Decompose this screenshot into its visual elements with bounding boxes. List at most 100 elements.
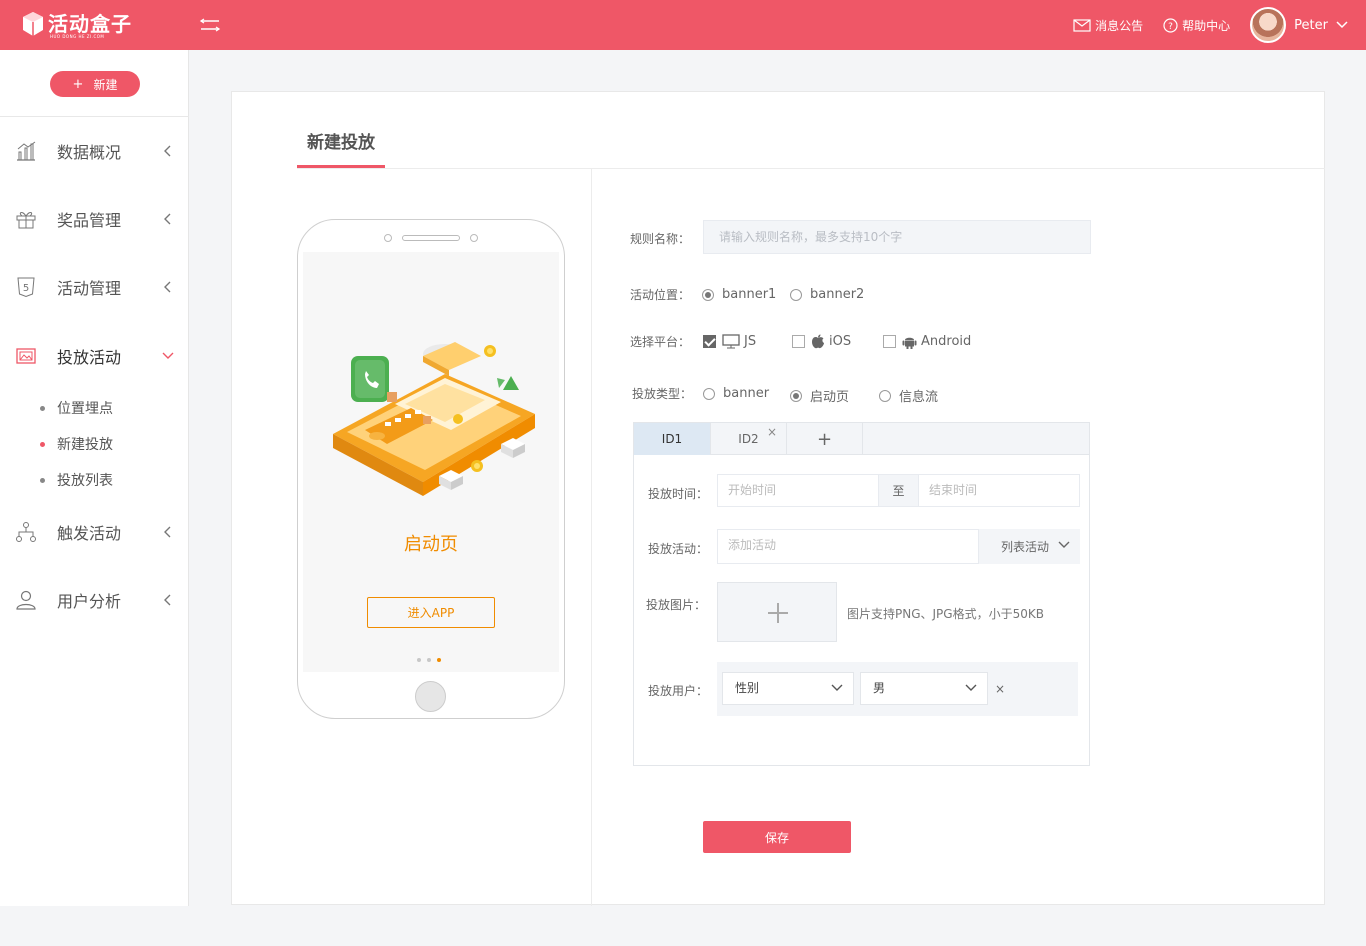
user-name[interactable]: Peter bbox=[1294, 18, 1328, 33]
help-link[interactable]: ? 帮助中心 bbox=[1163, 17, 1230, 34]
mail-icon bbox=[1073, 18, 1091, 32]
option-label: banner1 bbox=[722, 287, 777, 302]
option-label: banner2 bbox=[810, 287, 865, 302]
sidebar-subitem-position-tracking[interactable]: 位置埋点 bbox=[0, 396, 189, 420]
pager-dot[interactable] bbox=[427, 658, 431, 662]
sidebar-item-label: 数据概况 bbox=[57, 143, 122, 162]
end-time-input[interactable]: 结束时间 bbox=[918, 474, 1080, 507]
messages-label: 消息公告 bbox=[1095, 18, 1144, 33]
option-label: Android bbox=[921, 334, 972, 349]
close-icon[interactable]: × bbox=[767, 425, 777, 439]
screen-title: 启动页 bbox=[404, 534, 458, 555]
radio[interactable] bbox=[790, 288, 802, 301]
image-upload-button[interactable] bbox=[717, 582, 837, 642]
plus-icon-vertical bbox=[777, 603, 779, 623]
chevron-left-icon bbox=[164, 145, 171, 157]
sidebar-item-user-analysis[interactable]: 用户分析 bbox=[0, 580, 189, 620]
activity-input[interactable]: 添加活动 bbox=[717, 529, 979, 564]
option-label: iOS bbox=[829, 334, 852, 349]
new-button[interactable]: + 新建 bbox=[50, 71, 140, 97]
sidebar-subitem-label: 新建投放 bbox=[57, 437, 113, 453]
sidebar-item-delivery-activity[interactable]: 投放活动 bbox=[0, 336, 189, 376]
enter-app-button[interactable]: 进入APP bbox=[367, 597, 495, 628]
sidebar-item-activity-management[interactable]: 5 活动管理 bbox=[0, 267, 189, 307]
chevron-down-icon bbox=[162, 352, 174, 359]
rule-name-input[interactable]: 请输入规则名称，最多支持10个字 bbox=[703, 220, 1091, 254]
sidebar-subitem-delivery-list[interactable]: 投放列表 bbox=[0, 468, 189, 492]
help-icon: ? bbox=[1163, 17, 1178, 33]
top-bar: 活动盒子 HUO DONG HE ZI.COM 消息公告 ? 帮助中心 Pete… bbox=[0, 0, 1366, 50]
radio[interactable] bbox=[879, 389, 891, 402]
save-button[interactable]: 保存 bbox=[703, 821, 851, 853]
phone-camera bbox=[384, 234, 392, 242]
messages-link[interactable]: 消息公告 bbox=[1073, 17, 1143, 34]
select-label: 男 bbox=[873, 681, 886, 695]
type-option-banner[interactable]: banner bbox=[703, 386, 769, 401]
html5-icon: 5 bbox=[17, 277, 35, 298]
to-separator: 至 bbox=[879, 474, 918, 507]
new-button-label: 新建 bbox=[93, 77, 118, 92]
chevron-left-icon bbox=[164, 594, 171, 606]
user-filter-row: 性别 男 × bbox=[717, 662, 1078, 716]
platform-option-js[interactable]: JS bbox=[703, 334, 756, 349]
pager-dot[interactable] bbox=[417, 658, 421, 662]
desktop-icon bbox=[722, 334, 740, 349]
chevron-down-icon bbox=[831, 684, 843, 691]
tab-id1[interactable]: ID1 bbox=[634, 423, 711, 455]
option-label: JS bbox=[744, 334, 757, 349]
option-label: banner bbox=[723, 386, 770, 401]
radio[interactable] bbox=[703, 387, 715, 400]
chevron-left-icon bbox=[164, 281, 171, 293]
rule-name-label: 规则名称： bbox=[630, 232, 691, 246]
bar-chart-icon bbox=[17, 141, 36, 161]
phone-speaker bbox=[402, 235, 460, 241]
select-label: 列表活动 bbox=[1001, 540, 1050, 554]
sidebar-item-data-overview[interactable]: 数据概况 bbox=[0, 131, 189, 171]
checkbox-checked[interactable] bbox=[703, 335, 716, 348]
position-option-banner1[interactable]: banner1 bbox=[702, 287, 776, 302]
plus-icon: + bbox=[72, 76, 84, 92]
sidebar-item-prize-management[interactable]: 奖品管理 bbox=[0, 199, 189, 239]
position-option-banner2[interactable]: banner2 bbox=[790, 287, 864, 302]
platform-option-android[interactable]: Android bbox=[883, 334, 971, 349]
help-label: 帮助中心 bbox=[1182, 18, 1231, 33]
bullet-dot bbox=[40, 477, 45, 483]
add-tab-button[interactable]: + bbox=[787, 423, 863, 455]
option-label: 启动页 bbox=[810, 390, 850, 405]
gift-icon bbox=[16, 212, 36, 229]
avatar[interactable] bbox=[1250, 7, 1287, 43]
image-label: 投放图片： bbox=[646, 598, 707, 612]
chevron-down-icon[interactable] bbox=[1336, 21, 1348, 29]
tab-new-delivery[interactable]: 新建投放 bbox=[297, 128, 385, 153]
main-panel: 新建投放 启动页 进入APP 规则名称： 请输入规则名称，最多支持10个字 活动… bbox=[231, 91, 1325, 906]
sidebar-subitem-label: 位置埋点 bbox=[57, 401, 113, 417]
user-icon bbox=[16, 590, 36, 610]
platform-option-ios[interactable]: iOS bbox=[792, 334, 851, 349]
menu-toggle-icon[interactable] bbox=[199, 17, 221, 33]
radio-checked[interactable] bbox=[790, 389, 802, 402]
sidebar: + 新建 数据概况 奖品管理 5 活动管理 投放活动 位置埋点 新建投放 投放列… bbox=[0, 50, 189, 906]
activity-list-select[interactable]: 列表活动 bbox=[979, 529, 1080, 564]
start-time-input[interactable]: 开始时间 bbox=[717, 474, 879, 507]
type-option-launch-page[interactable]: 启动页 bbox=[790, 386, 849, 405]
hierarchy-icon bbox=[16, 522, 36, 542]
logo[interactable]: 活动盒子 HUO DONG HE ZI.COM bbox=[22, 11, 132, 39]
time-label: 投放时间： bbox=[648, 487, 709, 501]
select-label: 性别 bbox=[735, 681, 760, 695]
user-field-select[interactable]: 性别 bbox=[722, 672, 854, 705]
sidebar-subitem-new-delivery[interactable]: 新建投放 bbox=[0, 432, 189, 456]
carousel-pager bbox=[417, 658, 447, 662]
sidebar-item-trigger-activity[interactable]: 触发活动 bbox=[0, 512, 189, 552]
type-option-feed[interactable]: 信息流 bbox=[879, 386, 938, 405]
phone-sensor bbox=[470, 234, 478, 242]
checkbox[interactable] bbox=[792, 335, 805, 348]
checkbox[interactable] bbox=[883, 335, 896, 348]
remove-filter-icon[interactable]: × bbox=[995, 682, 1005, 696]
radio-checked[interactable] bbox=[702, 288, 714, 301]
tab-id2[interactable]: ID2 × bbox=[711, 423, 787, 455]
pager-dot-active[interactable] bbox=[437, 658, 441, 662]
user-value-select[interactable]: 男 bbox=[860, 672, 988, 705]
id-tabs: ID1 ID2 × + bbox=[634, 423, 1089, 455]
phone-screen: 启动页 进入APP bbox=[303, 252, 559, 672]
phone-home-button bbox=[415, 681, 446, 712]
